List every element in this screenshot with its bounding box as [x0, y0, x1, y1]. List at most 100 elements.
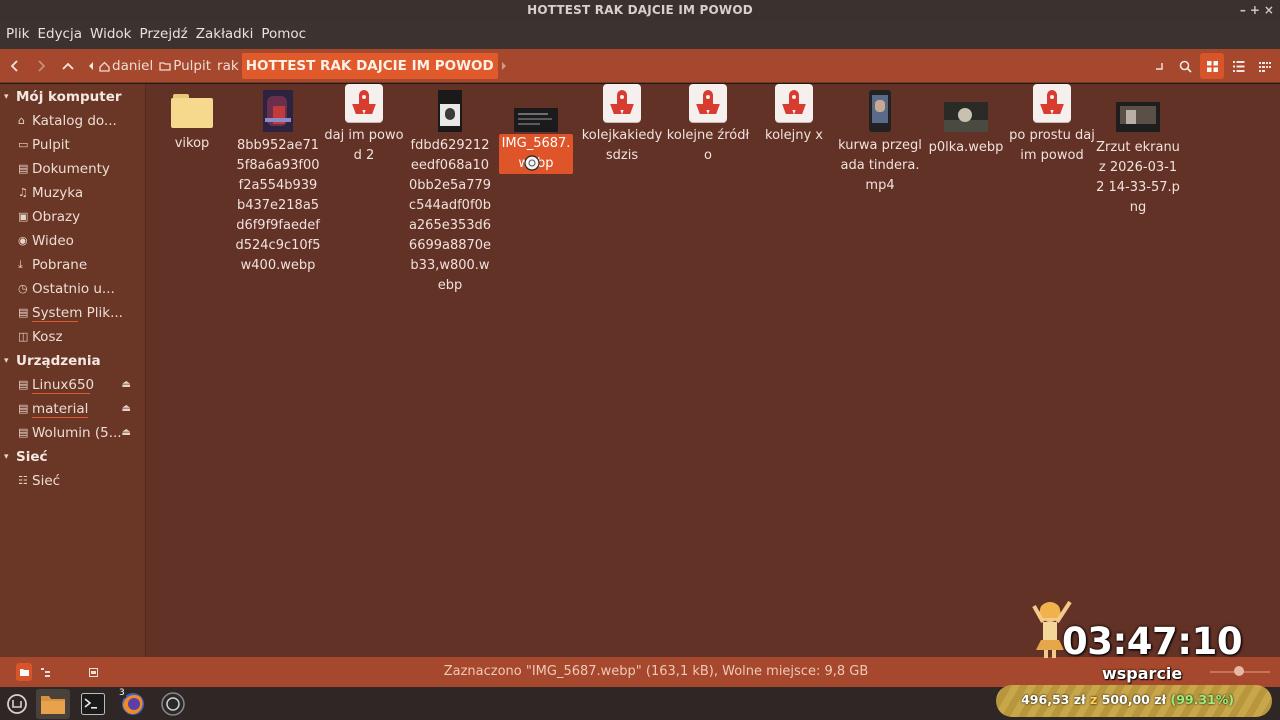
file-name: kolejkakiedysdzis — [581, 128, 663, 163]
sidebar-item-pictures[interactable]: ▣ Obrazy — [0, 205, 145, 229]
sidebar-item-material[interactable]: ▤ material ⏏ — [0, 397, 145, 421]
sidebar-item-label: Dokumenty — [32, 161, 110, 177]
chevron-down-icon: ▾ — [4, 356, 9, 366]
file-item[interactable]: kolejny x — [751, 84, 837, 146]
donation-goal: 500,00 zł — [1101, 692, 1167, 707]
files-app-button[interactable] — [36, 689, 70, 719]
firefox-app-button[interactable]: 3 — [116, 688, 150, 719]
chevron-down-icon: ▾ — [4, 92, 9, 102]
close-icon[interactable]: × — [1262, 0, 1276, 20]
breadcrumb-current[interactable]: HOTTEST RAK DAJCIE IM POWOD — [241, 53, 498, 79]
menu-bookmarks[interactable]: Zakładki — [192, 20, 258, 49]
sidebar-item-trash[interactable]: ◫ Kosz — [0, 325, 145, 349]
eject-icon[interactable]: ⏏ — [122, 397, 131, 421]
video-icon: ◉ — [18, 234, 28, 247]
sidebar-item-music[interactable]: ♫ Muzyka — [0, 181, 145, 205]
forward-button[interactable] — [29, 53, 53, 79]
obs-app-button[interactable] — [156, 689, 190, 719]
image-thumbnail — [263, 90, 293, 132]
sidebar-item-label: Obrazy — [32, 209, 81, 225]
compact-view-button[interactable] — [1253, 53, 1277, 79]
file-item-selected[interactable]: IMG_5687.webp — [493, 94, 579, 174]
file-item[interactable]: vikop — [149, 94, 235, 154]
sidebar-item-downloads[interactable]: ⤓ Pobrane — [0, 253, 145, 277]
desktop-icon: ▭ — [18, 138, 29, 151]
search-icon — [1179, 60, 1192, 73]
drive-icon: ▤ — [18, 306, 29, 319]
drive-icon: ▤ — [18, 402, 29, 415]
sidebar-item-label: Muzyka — [32, 185, 84, 201]
donation-percent: (99.31%) — [1170, 692, 1235, 707]
rocket-file-icon — [689, 84, 727, 122]
sidebar-item-documents[interactable]: ▤ Dokumenty — [0, 157, 145, 181]
triangle-right-icon — [501, 62, 506, 70]
sidebar-item-desktop[interactable]: ▭ Pulpit — [0, 133, 145, 157]
terminal-app-button[interactable] — [76, 689, 110, 719]
file-item[interactable]: Zrzut ekranu z 2026-03-12 14-33-57.png — [1095, 94, 1181, 218]
breadcrumb-left-button[interactable] — [86, 53, 96, 79]
back-button[interactable] — [3, 53, 27, 79]
menu-file[interactable]: Plik — [2, 20, 33, 49]
file-name: vikop — [174, 136, 210, 151]
file-item[interactable]: 8bb952ae715f8a6a93f00f2a554b939b437e218a… — [235, 90, 321, 276]
file-item[interactable]: kolejne źródło — [665, 84, 751, 166]
documents-icon: ▤ — [18, 162, 29, 175]
terminal-icon — [81, 693, 105, 715]
file-name: p0lka.webp — [928, 140, 1004, 155]
cursor-icon — [524, 155, 540, 171]
sidebar-section-my-computer[interactable]: ▾ Mój komputer — [0, 85, 145, 109]
menu-bar: Plik Edycja Widok Przejdź Zakładki Pomoc — [0, 20, 1280, 49]
file-view[interactable]: vikop 8bb952ae715f8a6a93f00f2a554b939b43… — [146, 84, 1280, 657]
icon-view-button[interactable] — [1200, 53, 1224, 79]
breadcrumb-rak[interactable]: rak — [214, 53, 242, 79]
sidebar-item-filesystem[interactable]: ▤ System Plik... — [0, 301, 145, 325]
sidebar: ▾ Mój komputer ⌂ Katalog do... ▭ Pulpit ▤ D… — [0, 84, 146, 657]
rocket-file-icon — [1033, 84, 1071, 122]
folder-icon — [159, 62, 171, 71]
title-bar: HOTTEST RAK DAJCIE IM POWOD – + × — [0, 0, 1280, 20]
file-item[interactable]: kurwa przeglada tindera.mp4 — [837, 90, 923, 196]
list-view-button[interactable] — [1227, 53, 1251, 79]
sidebar-item-label: Sieć — [32, 473, 61, 489]
sidebar-item-label: Wolumin (5... — [32, 425, 122, 441]
music-icon: ♫ — [18, 186, 28, 199]
start-menu-button[interactable] — [0, 689, 34, 719]
download-icon: ⤓ — [18, 258, 23, 271]
up-button[interactable] — [56, 53, 80, 79]
sidebar-item-network[interactable]: ☷ Sieć — [0, 469, 145, 493]
file-item[interactable]: kolejkakiedysdzis — [579, 84, 665, 166]
menu-edit[interactable]: Edycja — [33, 20, 86, 49]
folder-icon — [171, 94, 213, 128]
image-thumbnail — [1116, 102, 1160, 132]
rocket-file-icon — [775, 84, 813, 122]
sidebar-section-devices[interactable]: ▾ Urządzenia — [0, 349, 145, 373]
eject-icon[interactable]: ⏏ — [122, 421, 131, 445]
menu-view[interactable]: Widok — [86, 20, 135, 49]
maximize-icon[interactable]: + — [1248, 0, 1262, 20]
breadcrumb-right-button[interactable] — [498, 53, 510, 79]
sidebar-item-label: Pulpit — [32, 137, 70, 153]
menu-help[interactable]: Pomoc — [257, 20, 310, 49]
sidebar-item-home[interactable]: ⌂ Katalog do... — [0, 109, 145, 133]
firefox-window-count: 3 — [118, 688, 126, 698]
file-item[interactable]: fdbd629212eedf068a100bb2e5a779c544adf0f0… — [407, 90, 493, 296]
file-item[interactable]: p0lka.webp — [923, 94, 1009, 158]
sidebar-item-volume[interactable]: ▤ Wolumin (5... ⏏ — [0, 421, 145, 445]
sidebar-section-network[interactable]: ▾ Sieć — [0, 445, 145, 469]
compact-list-icon — [1259, 61, 1271, 72]
path-toggle-button[interactable] — [1147, 53, 1171, 79]
sidebar-item-recent[interactable]: ◷ Ostatnio u... — [0, 277, 145, 301]
zoom-slider-handle[interactable] — [1234, 666, 1244, 676]
menu-go[interactable]: Przejdź — [135, 20, 191, 49]
file-name: kurwa przeglada tindera.mp4 — [838, 138, 922, 193]
drive-icon: ▤ — [18, 426, 29, 439]
file-item[interactable]: po prostu daj im powod — [1009, 84, 1095, 166]
breadcrumb-desktop[interactable]: Pulpit — [156, 53, 214, 79]
breadcrumb: daniel Pulpit rak HOTTEST RAK DAJCIE IM … — [96, 53, 510, 79]
search-button[interactable] — [1173, 53, 1197, 79]
eject-icon[interactable]: ⏏ — [122, 373, 131, 397]
sidebar-item-video[interactable]: ◉ Wideo — [0, 229, 145, 253]
breadcrumb-home[interactable]: daniel — [96, 53, 156, 79]
file-item[interactable]: daj im powod 2 — [321, 84, 407, 166]
sidebar-item-linux650[interactable]: ▤ Linux650 ⏏ — [0, 373, 145, 397]
